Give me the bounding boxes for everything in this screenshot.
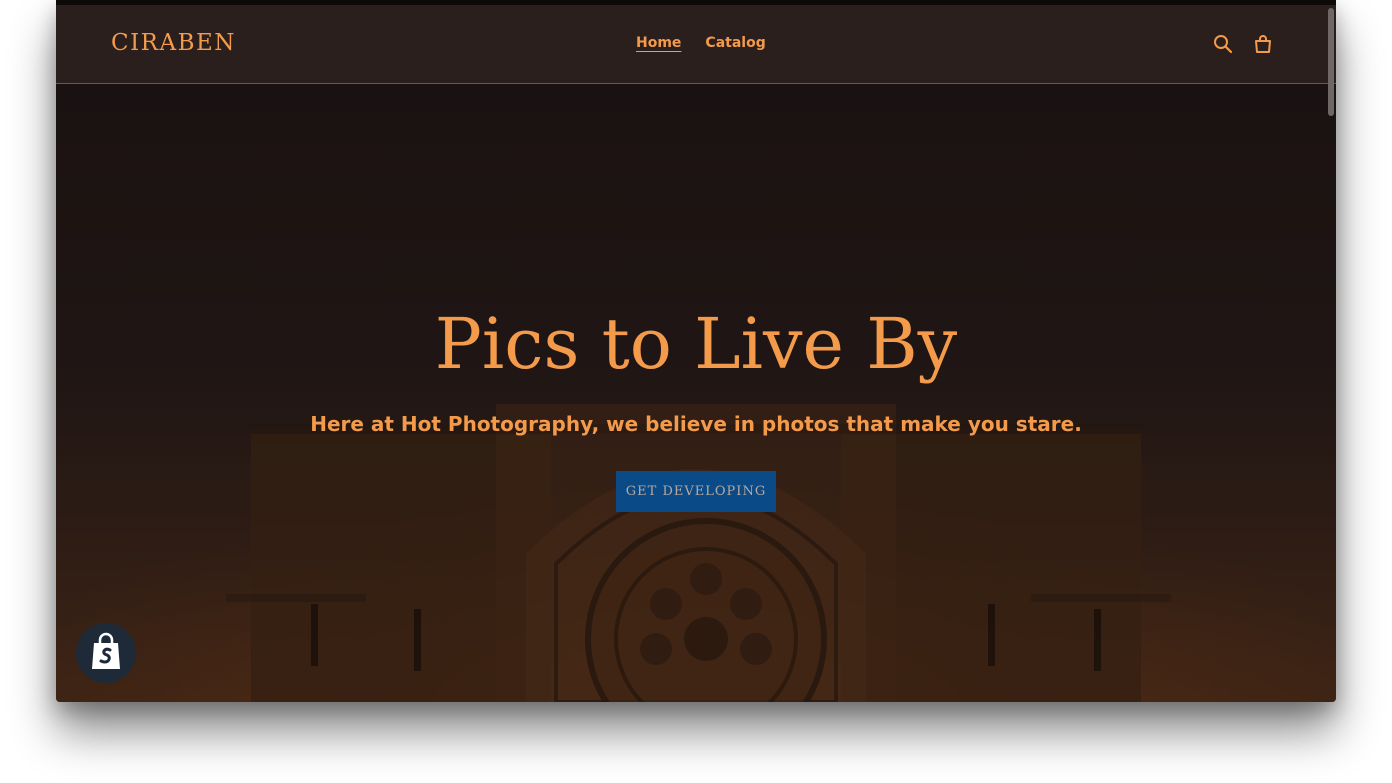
search-icon[interactable] <box>1212 33 1234 55</box>
shop-badge[interactable] <box>76 623 136 683</box>
hero-subtitle: Here at Hot Photography, we believe in p… <box>310 412 1082 436</box>
hero-overlay <box>56 84 1336 702</box>
hero-title: Pics to Live By <box>434 303 958 385</box>
hero-banner: Pics to Live By Here at Hot Photography,… <box>56 84 1336 702</box>
site-header: CIRABEN Home Catalog <box>56 5 1336 84</box>
browser-window: CIRABEN Home Catalog Pics to Live By Her… <box>56 0 1336 702</box>
nav-link-home[interactable]: Home <box>636 35 681 51</box>
header-icons <box>1212 33 1274 55</box>
site-logo[interactable]: CIRABEN <box>111 30 236 56</box>
scrollbar-thumb[interactable] <box>1328 8 1334 116</box>
get-developing-button[interactable]: GET DEVELOPING <box>616 471 776 512</box>
shopify-bag-icon <box>88 631 124 675</box>
cart-icon[interactable] <box>1252 33 1274 55</box>
main-nav: Home Catalog <box>636 35 766 51</box>
nav-link-catalog[interactable]: Catalog <box>705 35 765 51</box>
